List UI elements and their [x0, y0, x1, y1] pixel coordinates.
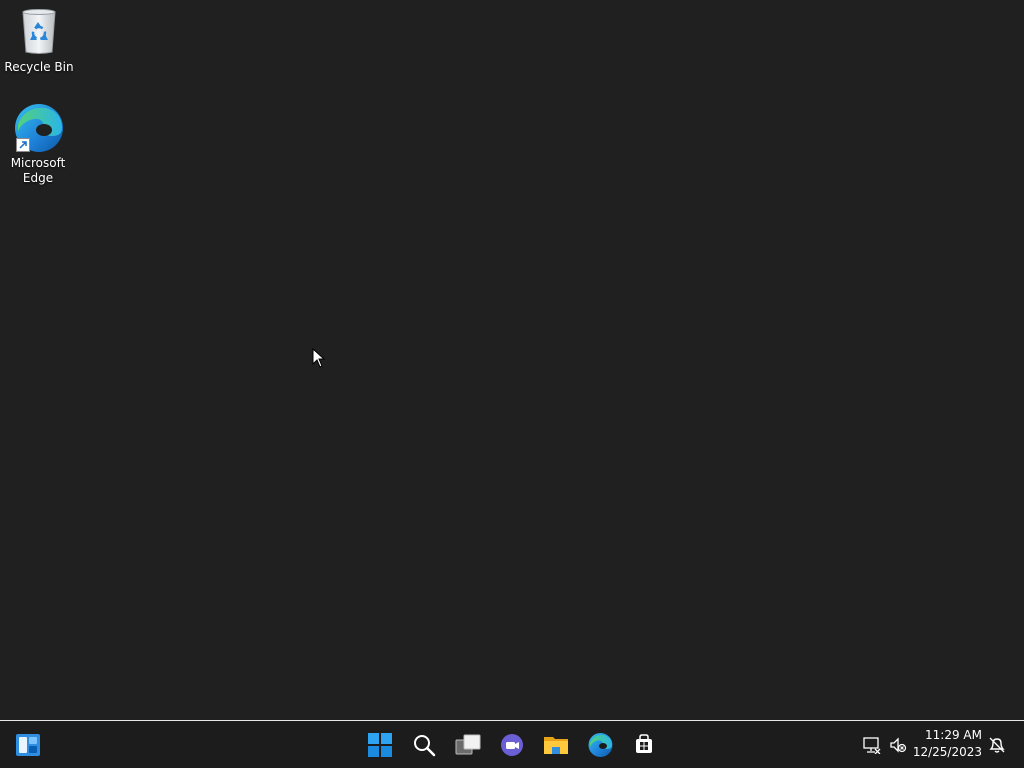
store-icon: [636, 734, 652, 753]
volume-button[interactable]: [886, 733, 910, 757]
start-button[interactable]: [364, 729, 396, 761]
recycle-bin-shortcut[interactable]: Recycle Bin: [1, 6, 77, 75]
widgets-icon: [16, 734, 40, 756]
edge-shortcut[interactable]: Microsoft Edge: [0, 102, 76, 186]
chat-button[interactable]: [496, 729, 528, 761]
clock-date: 12/25/2023: [912, 745, 982, 759]
clock[interactable]: 11:29 AM 12/25/2023: [913, 727, 982, 761]
edge-label: Microsoft Edge: [10, 156, 66, 185]
windows-logo-icon: [368, 733, 392, 757]
mouse-cursor-icon: [312, 347, 326, 368]
clock-time: 11:29 AM: [925, 728, 982, 742]
task-view-icon: [455, 734, 481, 755]
teams-chat-icon: [501, 734, 523, 756]
volume-muted-icon: [890, 736, 907, 753]
recycle-bin-icon: [13, 6, 65, 58]
network-button[interactable]: [860, 733, 884, 757]
search-icon: [414, 735, 436, 757]
shortcut-arrow-icon: [16, 138, 30, 152]
notification-bell-icon: [989, 737, 1005, 753]
edge-icon: [12, 102, 64, 154]
network-disconnected-icon: [863, 736, 881, 754]
task-view-button[interactable]: [452, 729, 484, 761]
search-button[interactable]: [408, 729, 440, 761]
store-button[interactable]: [628, 729, 660, 761]
folder-icon: [544, 737, 568, 754]
edge-button[interactable]: [584, 729, 616, 761]
widgets-button[interactable]: [12, 729, 44, 761]
system-tray: [860, 721, 910, 768]
notification-button[interactable]: [986, 729, 1008, 761]
file-explorer-button[interactable]: [540, 729, 572, 761]
desktop: Recycle Bin Microsoft Edge: [0, 0, 1024, 720]
taskbar: 11:29 AM 12/25/2023: [0, 720, 1024, 768]
edge-icon: [588, 733, 613, 757]
recycle-bin-label: Recycle Bin: [4, 60, 74, 74]
